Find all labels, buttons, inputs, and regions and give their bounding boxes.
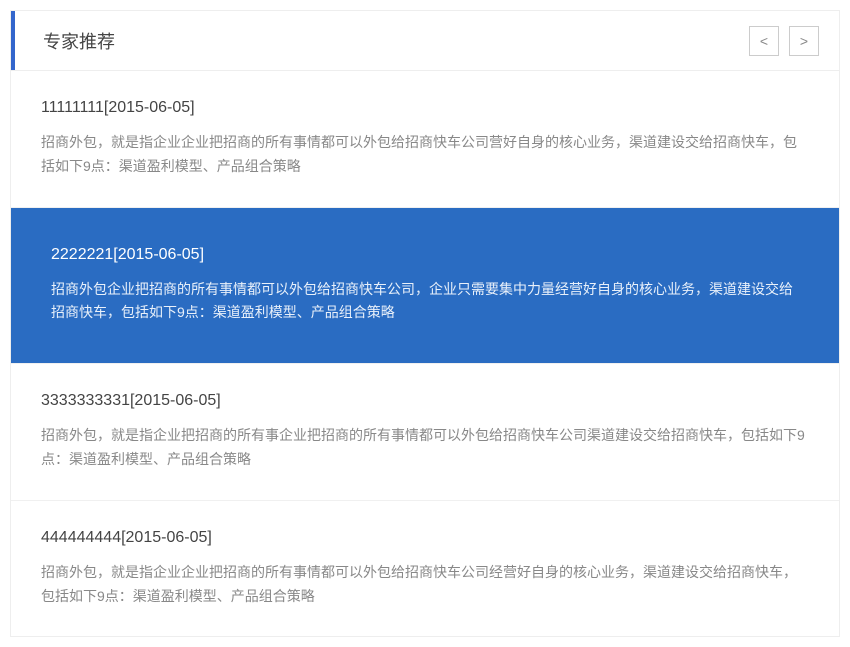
list-item[interactable]: 3333333331[2015-06-05] 招商外包，就是指企业把招商的所有事… [11,364,839,501]
expert-recommend-panel: 专家推荐 < > 11111111[2015-06-05] 招商外包，就是指企业… [10,10,840,637]
item-description: 招商外包，就是指企业企业把招商的所有事情都可以外包给招商快车公司经营好自身的核心… [41,561,809,609]
item-description: 招商外包企业把招商的所有事情都可以外包给招商快车公司，企业只需要集中力量经营好自… [51,278,799,326]
item-description: 招商外包，就是指企业企业把招商的所有事情都可以外包给招商快车公司营好自身的核心业… [41,131,809,179]
item-title: 11111111[2015-06-05] [41,99,809,117]
title-wrap: 专家推荐 [11,11,115,70]
item-title: 3333333331[2015-06-05] [41,392,809,410]
prev-button[interactable]: < [749,26,779,56]
item-title: 2222221[2015-06-05] [51,246,799,264]
item-title: 444444444[2015-06-05] [41,529,809,547]
item-description: 招商外包，就是指企业把招商的所有事企业把招商的所有事情都可以外包给招商快车公司渠… [41,424,809,472]
nav-buttons: < > [749,26,819,56]
next-button[interactable]: > [789,26,819,56]
list-item[interactable]: 2222221[2015-06-05] 招商外包企业把招商的所有事情都可以外包给… [11,208,839,365]
list-item[interactable]: 444444444[2015-06-05] 招商外包，就是指企业企业把招商的所有… [11,501,839,637]
item-list: 11111111[2015-06-05] 招商外包，就是指企业企业把招商的所有事… [11,71,839,636]
panel-title: 专家推荐 [15,28,115,54]
list-item[interactable]: 11111111[2015-06-05] 招商外包，就是指企业企业把招商的所有事… [11,71,839,208]
panel-header: 专家推荐 < > [11,11,839,71]
